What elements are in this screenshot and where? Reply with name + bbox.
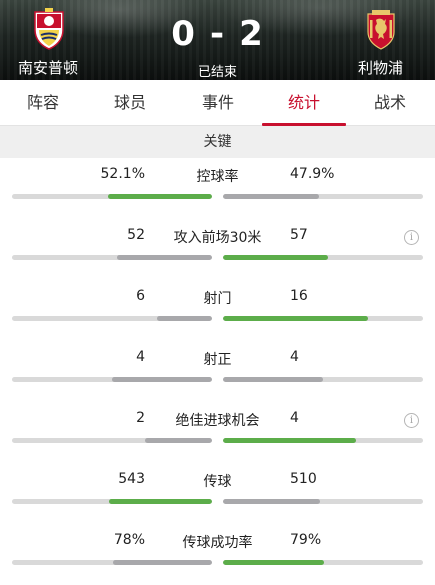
active-tab-indicator [262,123,346,126]
away-bar-track [223,560,423,565]
away-bar-fill [223,438,357,443]
away-bar-fill [223,316,369,321]
score-separator: - [209,14,226,54]
away-bar-track [223,499,423,504]
away-score: 2 [239,14,264,54]
stat-label: 传球成功率 [182,535,253,551]
stat-row: 52 攻入前场30米 57 i [0,219,435,280]
stat-row: 543 传球 510 [0,463,435,524]
home-bar-fill [112,560,212,565]
tab-label: 球员 [113,93,146,112]
stat-label: 传球 [203,474,232,490]
stat-row: 52.1% 控球率 47.9% [0,158,435,219]
tab-players[interactable]: 球员 [90,80,170,126]
away-bar-fill [223,255,328,260]
info-icon[interactable]: i [404,413,419,428]
stat-label: 射门 [203,291,232,307]
away-bar-track [223,316,423,321]
tab-label: 战术 [373,93,406,112]
home-bar-fill [116,255,212,260]
stat-row: 78% 传球成功率 79% [0,524,435,585]
home-bar-fill [157,316,212,321]
away-bar-fill [223,377,323,382]
section-title: 关键 [203,134,232,150]
stat-row: 6 射门 16 [0,280,435,341]
stat-row: 4 射正 4 [0,341,435,402]
home-bar-track [12,194,212,199]
stat-row: 2 绝佳进球机会 4 i [0,402,435,463]
away-value: 510 [290,471,317,487]
tab-tactics[interactable]: 战术 [350,80,430,126]
home-bar-fill [108,499,212,504]
stat-label: 攻入前场30米 [173,230,262,246]
tab-stats[interactable]: 统计 [262,80,346,126]
home-bar-track [12,499,212,504]
stat-label: 绝佳进球机会 [175,413,260,429]
away-bar-track [223,194,423,199]
away-value: 16 [290,288,308,304]
home-score: 0 [171,14,196,54]
tab-label: 统计 [287,93,320,112]
tab-label: 事件 [201,93,234,112]
home-bar-track [12,255,212,260]
away-bar-track [223,255,423,260]
away-value: 47.9% [290,166,335,182]
home-bar-fill [145,438,212,443]
home-bar-fill [112,377,212,382]
stats-list: 52.1% 控球率 47.9% 52 攻入前场30米 57 i 6 射门 16 … [0,158,435,585]
section-header: 关键 [0,126,435,158]
away-bar-fill [223,194,319,199]
tab-label: 阵容 [26,93,59,112]
tab-events[interactable]: 事件 [178,80,258,126]
stat-label: 控球率 [196,169,239,185]
away-bar-track [223,377,423,382]
match-header: 南安普顿 0-2 已结束 利物浦 [0,0,435,80]
stat-label: 射正 [203,352,232,368]
away-team-name: 利物浦 [358,59,404,77]
away-bar-fill [223,560,324,565]
home-bar-track [12,560,212,565]
away-bar-track [223,438,423,443]
home-bar-fill [107,194,212,199]
away-value: 4 [290,349,299,365]
away-value: 57 [290,227,308,243]
home-bar-track [12,438,212,443]
home-bar-track [12,377,212,382]
tab-bar: 阵容 球员 事件 统计 战术 [0,80,435,126]
away-value: 4 [290,410,299,426]
info-icon[interactable]: i [404,230,419,245]
away-value: 79% [290,532,322,548]
away-bar-fill [223,499,320,504]
tab-lineup[interactable]: 阵容 [3,80,83,126]
liverpool-crest-icon[interactable] [364,8,398,50]
home-bar-track [12,316,212,321]
